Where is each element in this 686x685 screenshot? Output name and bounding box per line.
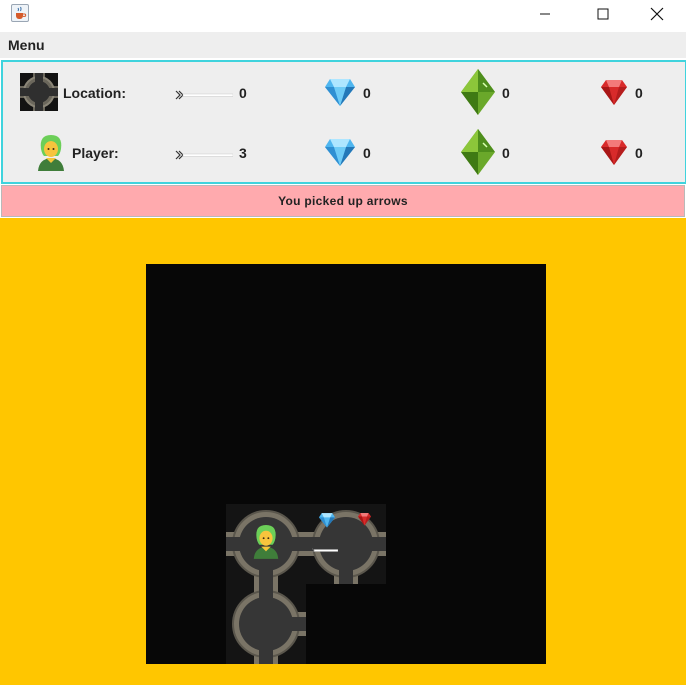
room-tile-icon (20, 73, 58, 111)
location-rubies-count: 0 (635, 85, 643, 101)
player-diamonds-count: 0 (363, 145, 371, 161)
player-rubies-count: 0 (635, 145, 643, 161)
maximize-button[interactable] (574, 0, 632, 28)
location-emeralds-count: 0 (502, 85, 510, 101)
menu-bar: Menu (0, 32, 686, 58)
room-tile (226, 584, 306, 664)
java-cup-icon (11, 4, 29, 22)
stats-panel: Location: 0 0 0 0 Player: 3 0 0 0 (1, 60, 686, 184)
diamond-icon (324, 77, 356, 112)
emerald-icon (461, 69, 495, 120)
location-diamonds-count: 0 (363, 85, 371, 101)
title-bar (0, 0, 686, 28)
ruby-icon (600, 138, 628, 171)
player-avatar-icon (250, 522, 282, 565)
arrow-icon (175, 87, 234, 105)
location-arrows-count: 0 (239, 85, 247, 101)
menu-item-menu[interactable]: Menu (8, 37, 45, 53)
close-icon (650, 7, 664, 21)
player-label: Player: (72, 145, 119, 161)
maximize-icon (597, 8, 609, 20)
arrow-icon (311, 540, 339, 558)
location-label: Location: (63, 85, 126, 101)
diamond-icon (318, 512, 336, 533)
minimize-icon (540, 13, 550, 15)
player-arrows-count: 3 (239, 145, 247, 161)
player-avatar-icon (34, 133, 68, 171)
ruby-icon (600, 78, 628, 111)
status-message-bar: You picked up arrows (1, 185, 685, 217)
player-emeralds-count: 0 (502, 145, 510, 161)
minimize-button[interactable] (516, 0, 574, 28)
arrow-icon (175, 147, 234, 165)
dungeon-map[interactable] (146, 264, 546, 664)
game-area (0, 218, 686, 685)
status-message: You picked up arrows (278, 194, 408, 208)
close-button[interactable] (628, 0, 686, 28)
ruby-icon (356, 512, 373, 531)
emerald-icon (461, 129, 495, 180)
diamond-icon (324, 137, 356, 172)
